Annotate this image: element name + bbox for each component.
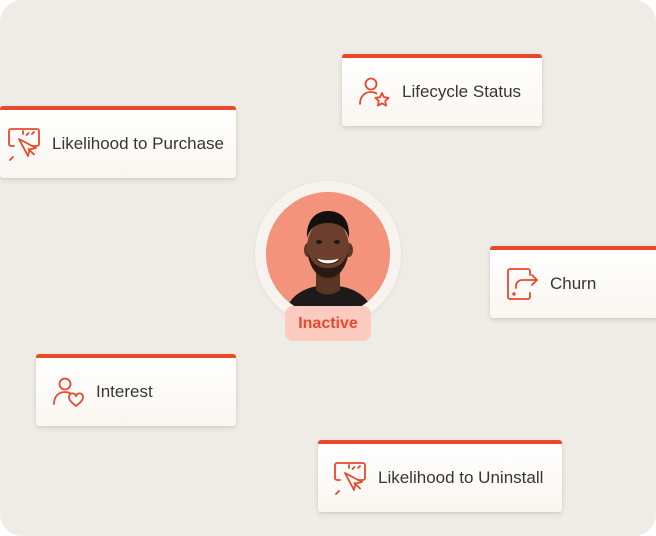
user-star-icon	[356, 74, 392, 110]
pointer-click-icon	[6, 126, 42, 162]
user-heart-icon	[50, 374, 86, 410]
card-label: Churn	[550, 274, 597, 293]
card-interest[interactable]: Interest	[36, 354, 236, 426]
card-label: Likelihood to Purchase	[52, 134, 225, 153]
exit-arrow-icon	[504, 266, 540, 302]
attribute-panel: Lifecycle Status Likelihood to Purchase	[0, 0, 656, 536]
card-likelihood-to-uninstall[interactable]: Likelihood to Uninstall	[318, 440, 562, 512]
status-badge: Inactive	[285, 306, 371, 341]
card-churn[interactable]: Churn	[490, 246, 656, 318]
card-likelihood-to-purchase[interactable]: Likelihood to Purchase	[0, 106, 236, 178]
card-label: Likelihood to Uninstall	[378, 468, 544, 487]
card-label: Lifecycle Status	[402, 82, 522, 101]
card-lifecycle-status[interactable]: Lifecycle Status	[342, 54, 542, 126]
pointer-click-icon	[332, 460, 368, 496]
card-label: Interest	[96, 382, 153, 401]
person-avatar	[266, 192, 390, 316]
